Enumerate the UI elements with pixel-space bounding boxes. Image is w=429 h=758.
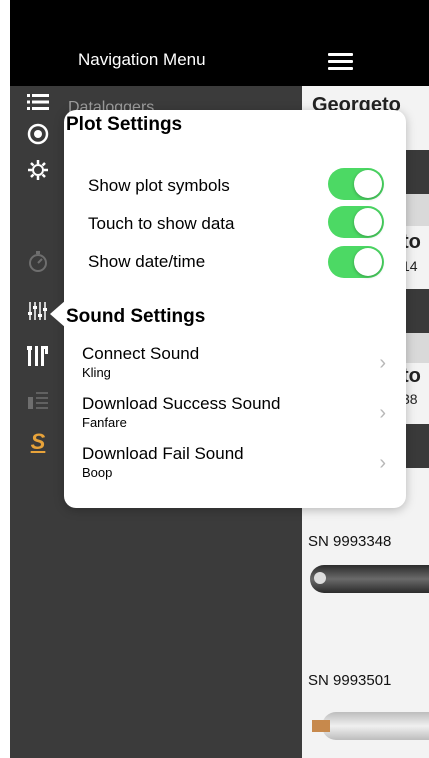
chevron-right-icon: › [379, 402, 386, 424]
touch-to-show-data-label: Touch to show data [88, 214, 235, 233]
globe-icon[interactable] [26, 122, 50, 146]
serial-number: SN 9993501 [308, 672, 392, 689]
connect-sound-row[interactable]: Connect Sound Kling › [82, 344, 392, 388]
download-fail-sound-label: Download Fail Sound [82, 444, 244, 463]
show-plot-symbols-label: Show plot symbols [88, 176, 230, 195]
sound-settings-title: Sound Settings [66, 306, 206, 327]
connect-sound-value: Kling [82, 365, 111, 380]
logger-cap [314, 572, 326, 584]
hamburger-menu-icon[interactable] [328, 53, 353, 70]
nav-menu-title: Navigation Menu [78, 50, 206, 69]
screen: Navigation Menu S Dataloggers Georgeto t… [0, 0, 429, 758]
download-success-sound-value: Fanfare [82, 415, 127, 430]
download-success-sound-label: Download Success Sound [82, 394, 281, 413]
gear-icon[interactable] [26, 158, 50, 182]
download-fail-sound-row[interactable]: Download Fail Sound Boop › [82, 444, 392, 488]
sliders-icon[interactable] [26, 299, 50, 323]
timer-icon[interactable] [26, 249, 50, 273]
tools-icon[interactable] [26, 344, 50, 368]
datalogger-image [310, 565, 429, 593]
datalogger-image [312, 712, 429, 740]
chevron-right-icon: › [379, 452, 386, 474]
chevron-right-icon: › [379, 352, 386, 374]
show-date-time-toggle[interactable] [328, 246, 384, 278]
serial-number: SN 9993348 [308, 533, 392, 550]
level-icon[interactable] [26, 388, 50, 412]
frame-edge [0, 0, 10, 758]
connect-sound-label: Connect Sound [82, 344, 200, 363]
download-success-sound-row[interactable]: Download Success Sound Fanfare › [82, 394, 392, 438]
top-bar: Navigation Menu [10, 0, 429, 86]
settings-popover: Plot Settings Show plot symbols Touch to… [64, 110, 406, 508]
plot-settings-title: Plot Settings [66, 114, 183, 135]
list-icon[interactable] [26, 90, 50, 114]
logger-tip [312, 720, 330, 732]
show-date-time-label: Show date/time [88, 252, 206, 271]
show-plot-symbols-toggle[interactable] [328, 168, 384, 200]
solinst-logo-icon[interactable]: S [26, 430, 50, 454]
touch-to-show-data-toggle[interactable] [328, 206, 384, 238]
download-fail-sound-value: Boop [82, 465, 113, 480]
popover-arrow [50, 300, 66, 328]
